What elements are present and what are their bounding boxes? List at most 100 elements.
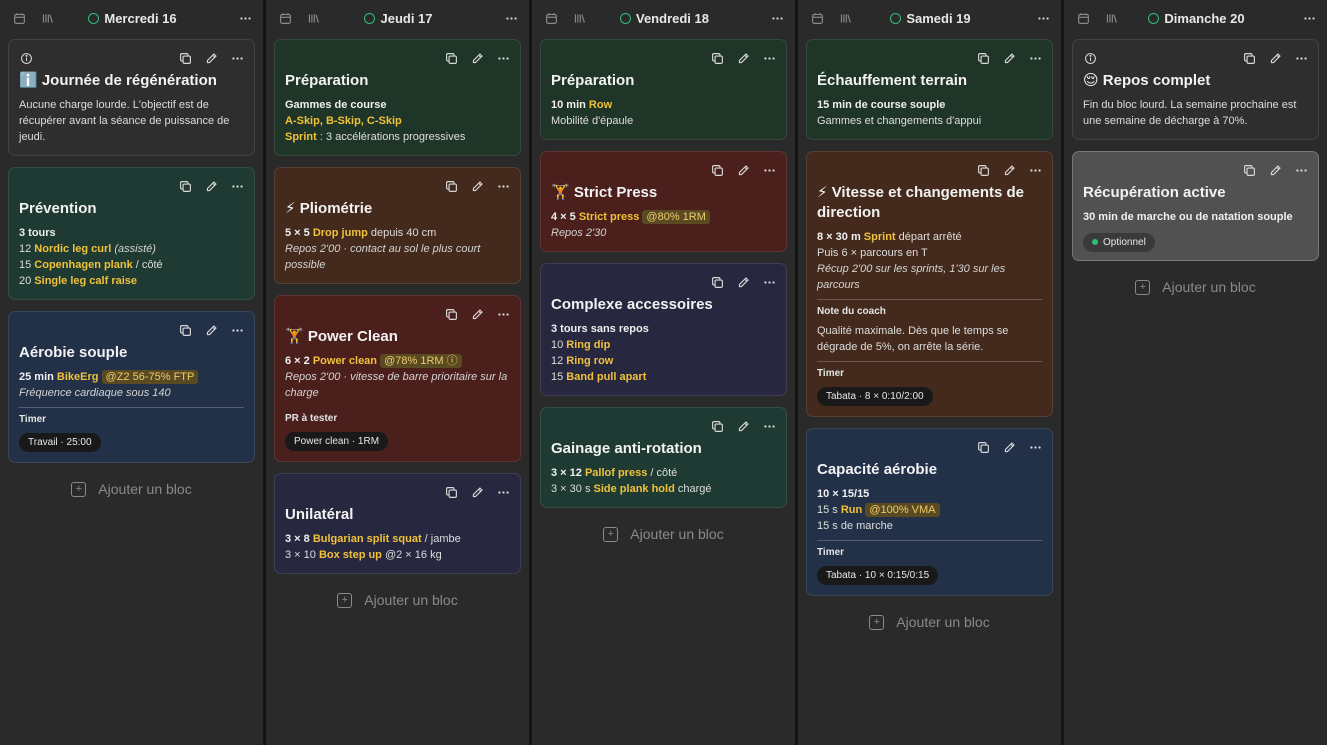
block-title: Préparation — [285, 72, 369, 89]
workout-block[interactable]: Aérobie souple 25 min BikeErg @Z2 56-75% … — [8, 311, 255, 463]
workout-block[interactable]: Préparation 10 min Row Mobilité d'épaule — [540, 39, 787, 140]
more-icon[interactable] — [769, 11, 785, 25]
workout-block[interactable]: Complexe accessoires 3 tours sans repos 10… — [540, 263, 787, 396]
more-icon[interactable] — [1028, 163, 1042, 177]
info-icon[interactable] — [1083, 51, 1097, 65]
edit-icon[interactable] — [470, 307, 484, 321]
duplicate-icon[interactable] — [1242, 51, 1256, 65]
duplicate-icon[interactable] — [178, 179, 192, 193]
more-icon[interactable] — [1028, 51, 1042, 65]
edit-icon[interactable] — [1002, 440, 1016, 454]
workout-block[interactable]: 🏋️ Power Clean 6 × 2 Power clean @78% 1RM… — [274, 295, 521, 462]
calendar-icon[interactable] — [278, 11, 292, 25]
edit-icon[interactable] — [470, 51, 484, 65]
more-icon[interactable] — [1028, 440, 1042, 454]
duplicate-icon[interactable] — [178, 51, 192, 65]
duplicate-icon[interactable] — [710, 51, 724, 65]
calendar-icon[interactable] — [12, 11, 26, 25]
more-icon[interactable] — [762, 51, 776, 65]
edit-icon[interactable] — [736, 419, 750, 433]
edit-icon[interactable] — [1268, 51, 1282, 65]
timer-pill[interactable]: Tabata · 10 × 0:15/0:15 — [817, 566, 939, 585]
more-icon[interactable] — [230, 323, 244, 337]
workout-block[interactable]: ℹ️ Journée de régénération Aucune charge … — [8, 39, 255, 156]
more-icon[interactable] — [1294, 163, 1308, 177]
workout-block[interactable]: Échauffement terrain 15 min de course sou… — [806, 39, 1053, 140]
add-block-button[interactable]: + Ajouter un bloc — [540, 519, 787, 549]
workout-block[interactable]: Capacité aérobie 10 × 15/15 15 s Run @100%… — [806, 428, 1053, 596]
more-icon[interactable] — [496, 51, 510, 65]
more-icon[interactable] — [1035, 11, 1051, 25]
exercise-name: Strict press — [578, 211, 640, 223]
add-block-button[interactable]: + Ajouter un bloc — [8, 474, 255, 504]
more-icon[interactable] — [762, 419, 776, 433]
block-toolbar — [551, 162, 776, 178]
add-block-button[interactable]: + Ajouter un bloc — [1072, 272, 1319, 302]
more-icon[interactable] — [237, 11, 253, 25]
block-line: Sprint : 3 accélérations progressives — [285, 129, 510, 145]
edit-icon[interactable] — [204, 323, 218, 337]
block-line: 8 × 30 m Sprint départ arrêté — [817, 229, 1042, 245]
block-toolbar — [1083, 50, 1308, 66]
edit-icon[interactable] — [736, 163, 750, 177]
workout-block[interactable]: Unilatéral 3 × 8 Bulgarian split squat / … — [274, 473, 521, 574]
duplicate-icon[interactable] — [178, 323, 192, 337]
edit-icon[interactable] — [204, 179, 218, 193]
more-icon[interactable] — [496, 307, 510, 321]
workout-block[interactable]: ⚡ Pliométrie 5 × 5 Drop jump depuis 40 cm… — [274, 167, 521, 284]
calendar-icon[interactable] — [1076, 11, 1090, 25]
block-toolbar — [285, 484, 510, 500]
block-line: Puis 6 × parcours en T — [817, 245, 1042, 261]
add-block-button[interactable]: + Ajouter un bloc — [806, 607, 1053, 637]
edit-icon[interactable] — [1268, 163, 1282, 177]
more-icon[interactable] — [230, 179, 244, 193]
edit-icon[interactable] — [1002, 51, 1016, 65]
duplicate-icon[interactable] — [710, 275, 724, 289]
more-icon[interactable] — [496, 485, 510, 499]
duplicate-icon[interactable] — [444, 51, 458, 65]
edit-icon[interactable] — [204, 51, 218, 65]
duplicate-icon[interactable] — [976, 51, 990, 65]
timer-pill[interactable]: Tabata · 8 × 0:10/2:00 — [817, 387, 933, 406]
info-icon[interactable] — [19, 51, 33, 65]
more-icon[interactable] — [496, 179, 510, 193]
duplicate-icon[interactable] — [710, 163, 724, 177]
workout-block[interactable]: Prévention 3 tours 12 Nordic leg curl (ass… — [8, 167, 255, 300]
more-icon[interactable] — [1301, 11, 1317, 25]
edit-icon[interactable] — [736, 275, 750, 289]
block-line: 15 s de marche — [817, 518, 1042, 534]
duplicate-icon[interactable] — [976, 163, 990, 177]
more-icon[interactable] — [762, 163, 776, 177]
more-icon[interactable] — [1294, 51, 1308, 65]
calendar-icon[interactable] — [544, 11, 558, 25]
workout-block[interactable]: 🏋️ Strict Press 4 × 5 Strict press @80% 1… — [540, 151, 787, 252]
workout-block[interactable]: 😌 Repos complet Fin du bloc lourd. La sem… — [1072, 39, 1319, 140]
workout-block[interactable]: Récupération active 30 min de marche ou d… — [1072, 151, 1319, 261]
more-icon[interactable] — [503, 11, 519, 25]
day-status-icon — [890, 12, 902, 24]
line-text: @2 × 16 kg — [381, 549, 442, 561]
more-icon[interactable] — [762, 275, 776, 289]
duplicate-icon[interactable] — [1242, 163, 1256, 177]
block-list: Préparation Gammes de course A-Skip, B-Ski… — [266, 36, 529, 615]
duplicate-icon[interactable] — [444, 307, 458, 321]
timer-pill[interactable]: Travail · 25:00 — [19, 433, 101, 452]
edit-icon[interactable] — [736, 51, 750, 65]
duplicate-icon[interactable] — [976, 440, 990, 454]
calendar-icon[interactable] — [810, 11, 824, 25]
block-line: 10 min Row — [551, 97, 776, 113]
add-block-button[interactable]: + Ajouter un bloc — [274, 585, 521, 615]
workout-block[interactable]: Préparation Gammes de course A-Skip, B-Ski… — [274, 39, 521, 156]
duplicate-icon[interactable] — [444, 179, 458, 193]
block-toolbar — [285, 178, 510, 194]
duplicate-icon[interactable] — [444, 485, 458, 499]
edit-icon[interactable] — [470, 485, 484, 499]
duplicate-icon[interactable] — [710, 419, 724, 433]
timer-pill[interactable]: Power clean · 1RM — [285, 432, 389, 451]
edit-icon[interactable] — [1002, 163, 1016, 177]
add-block-label: Ajouter un bloc — [98, 481, 192, 497]
workout-block[interactable]: Gainage anti-rotation 3 × 12 Pallof press… — [540, 407, 787, 508]
more-icon[interactable] — [230, 51, 244, 65]
workout-block[interactable]: ⚡ Vitesse et changements de direction 8 ×… — [806, 151, 1053, 417]
edit-icon[interactable] — [470, 179, 484, 193]
